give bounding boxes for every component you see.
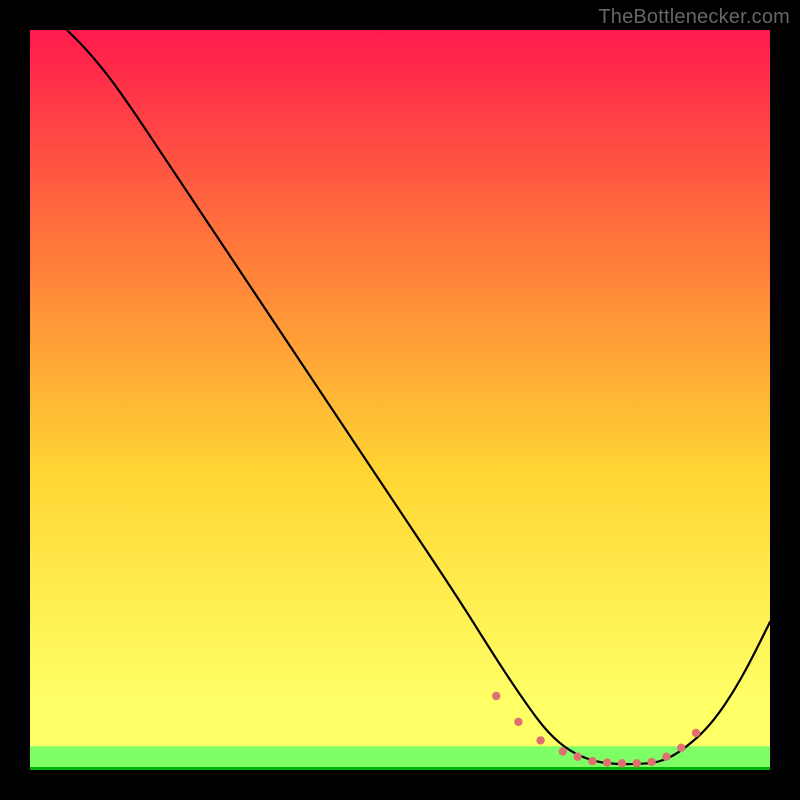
marker-dot	[559, 747, 567, 755]
marker-dot	[588, 757, 596, 765]
green-baseline	[30, 767, 770, 770]
marker-dot	[492, 692, 500, 700]
marker-dot	[662, 753, 670, 761]
marker-dot	[514, 718, 522, 726]
bottleneck-chart	[0, 0, 800, 800]
watermark-label: TheBottlenecker.com	[598, 6, 790, 29]
marker-dot	[536, 736, 544, 744]
marker-dot	[677, 744, 685, 752]
marker-dot	[647, 758, 655, 766]
chart-container: TheBottlenecker.com	[0, 0, 800, 800]
green-band	[30, 746, 770, 767]
marker-dot	[692, 729, 700, 737]
marker-dot	[618, 759, 626, 767]
gradient-background	[30, 30, 770, 770]
marker-dot	[573, 753, 581, 761]
marker-dot	[603, 758, 611, 766]
marker-dot	[633, 759, 641, 767]
